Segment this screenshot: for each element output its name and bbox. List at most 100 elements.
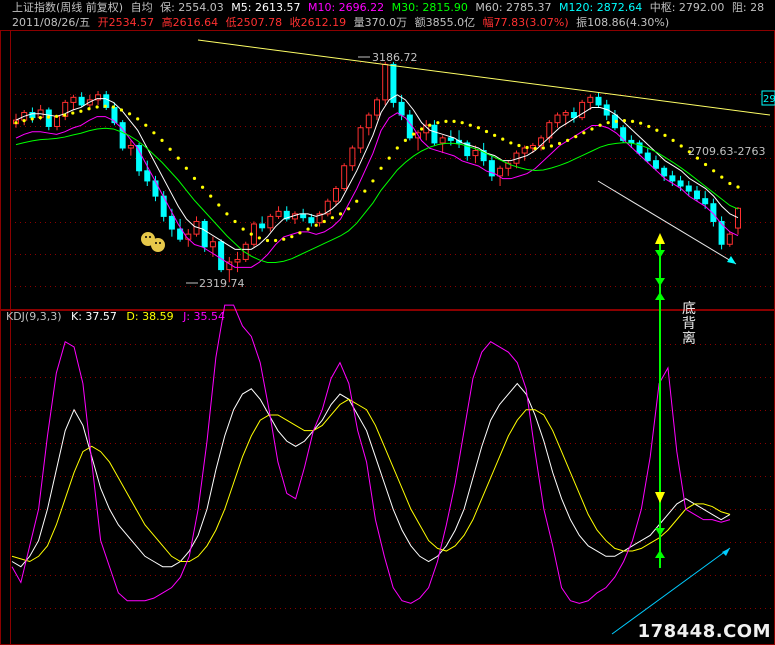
ma-m10-dot	[306, 227, 310, 231]
ma-m10-dot	[549, 144, 554, 148]
candle-body	[554, 114, 561, 124]
pivot-value: 中枢: 2792.00	[649, 1, 725, 14]
ma-m10-dot	[436, 121, 440, 125]
ma-m10-dot	[330, 216, 334, 220]
ma-m10-dot	[582, 131, 586, 135]
moving-averages	[14, 94, 740, 268]
amplitude-value: 振108.86(4.30%)	[576, 16, 670, 29]
ma-m10-dot	[136, 117, 140, 121]
m30-value: M30: 2815.90	[391, 1, 468, 14]
candle-body	[398, 101, 405, 116]
candle-body	[332, 188, 339, 202]
kdj-arrow-head	[722, 548, 730, 556]
yellow-up-arrow	[655, 233, 665, 244]
kdj-title: KDJ(9,3,3)	[6, 310, 62, 323]
ma-m10-dot	[590, 127, 594, 131]
ma-m10-dot	[111, 105, 115, 109]
ma-m10-dot	[14, 121, 18, 125]
ma-m10-dot	[484, 129, 489, 134]
candle-body	[70, 96, 77, 103]
ma-m10-dot	[176, 156, 180, 160]
candle-body	[447, 137, 454, 141]
ma-m10-dot	[663, 133, 667, 137]
candle-body	[693, 190, 700, 200]
ma-m10-dot	[533, 146, 537, 151]
candle-body	[587, 96, 594, 103]
ma-m10-dot	[273, 238, 278, 243]
candle-body	[357, 127, 364, 149]
candle-body	[144, 170, 151, 182]
kdj-d-line	[11, 398, 731, 563]
candle-body	[579, 101, 586, 119]
ma-m10-dot	[79, 109, 83, 113]
candle-body	[677, 180, 684, 187]
ma-m10-dot	[379, 166, 383, 170]
ma-m10-dot	[63, 113, 67, 117]
candle-body	[735, 207, 741, 229]
m5-value: M5: 2613.57	[231, 1, 301, 14]
candle-body	[201, 220, 208, 248]
ma-m10-dot	[200, 185, 205, 189]
ma-m10-dot	[541, 146, 545, 150]
candle-body	[341, 165, 348, 190]
ma-m10-dot	[144, 123, 148, 127]
price-arrow-head	[727, 256, 736, 264]
low-label: 2319.74	[199, 277, 245, 290]
ma-m10-dot	[290, 235, 294, 239]
candle-body	[374, 99, 380, 116]
ma-m10-dot	[30, 117, 34, 121]
ma-m10-dot	[622, 119, 627, 123]
ma-m10-dot	[598, 123, 602, 127]
ma-m10-dot	[501, 137, 505, 141]
ma-m10-dot	[460, 121, 464, 125]
ma-m10-dot	[192, 176, 197, 180]
high-label: 3186.72	[372, 51, 418, 64]
candle-body	[127, 144, 134, 149]
kdj-k-line	[11, 382, 731, 568]
bao-value: 保: 2554.03	[160, 1, 224, 14]
ma-m10-dot	[71, 111, 75, 115]
green-arrow-marker	[655, 528, 665, 536]
high-value: 高2616.64	[161, 16, 219, 29]
open-value: 开2534.57	[97, 16, 155, 29]
resist-value: 阻: 28	[731, 1, 765, 14]
ma-m10-dot	[606, 121, 610, 125]
ma-m10-dot	[95, 105, 99, 109]
ma-m10-dot	[420, 127, 424, 131]
candle-body	[259, 223, 266, 229]
ma-m10-dot	[387, 156, 391, 160]
candle-body	[275, 210, 282, 217]
ma-m10-dot	[54, 114, 59, 118]
ma-m10-dot	[614, 119, 618, 123]
amount-value: 额3855.0亿	[414, 16, 476, 29]
ma-m10-dot	[265, 238, 270, 243]
ma-m10-dot	[411, 132, 416, 136]
ma-m10-dot	[566, 138, 570, 142]
ma-m10-dot	[347, 207, 351, 211]
ma-m10-dot	[298, 231, 302, 235]
ma-m10-dot	[647, 124, 651, 129]
ma-m10-dot	[476, 126, 481, 130]
ma-m10-dot	[225, 212, 229, 216]
ma-m10-dot	[363, 189, 367, 193]
ma-m10-dot	[46, 115, 51, 119]
ma-m10-dot	[38, 116, 42, 120]
candle-body	[702, 198, 709, 205]
ma-m10-dot	[671, 138, 675, 142]
candle-body	[406, 114, 413, 139]
candle-body	[218, 241, 225, 271]
ma-m10-dot	[728, 181, 732, 186]
change-value: 幅77.83(3.07%)	[482, 16, 569, 29]
avg-label: 自均	[130, 1, 153, 14]
resistance-trendline	[197, 39, 771, 116]
ma-m10-dot	[525, 145, 529, 150]
low-value: 低2507.78	[225, 16, 283, 29]
candle-body	[439, 137, 446, 144]
candle-body	[152, 180, 159, 197]
candle-body	[119, 122, 126, 149]
ma-m10-dot	[233, 219, 237, 224]
candle-body	[209, 241, 216, 248]
candle-body	[718, 220, 725, 245]
ma-m10-dot	[403, 138, 407, 142]
ma-m10-dot	[87, 107, 91, 111]
